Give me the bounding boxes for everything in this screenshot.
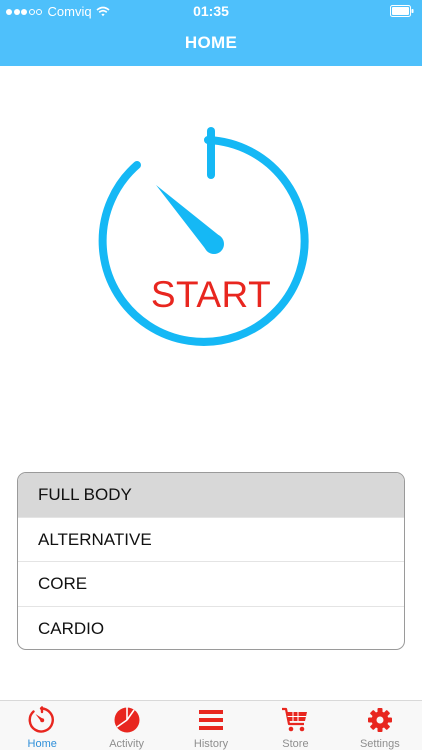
pie-chart-icon bbox=[114, 707, 140, 733]
tab-settings[interactable]: Settings bbox=[338, 701, 422, 750]
tab-home[interactable]: Home bbox=[0, 701, 84, 750]
tab-label: Home bbox=[27, 738, 57, 750]
stopwatch-icon[interactable] bbox=[96, 126, 326, 356]
status-time: 01:35 bbox=[193, 3, 229, 19]
status-bar: Comviq 01:35 bbox=[0, 0, 422, 22]
workout-item-alternative[interactable]: ALTERNATIVE bbox=[18, 518, 404, 562]
tab-history[interactable]: History bbox=[169, 701, 253, 750]
tab-label: Activity bbox=[109, 738, 145, 750]
workout-item-full-body[interactable]: FULL BODY bbox=[18, 473, 404, 518]
app-header: Comviq 01:35 HOME bbox=[0, 0, 422, 66]
start-button[interactable]: START bbox=[96, 274, 326, 316]
tab-bar: Home Activity History Store Settings bbox=[0, 700, 422, 750]
page-title: HOME bbox=[184, 33, 238, 52]
tab-label: History bbox=[193, 738, 229, 750]
workout-list: FULL BODY ALTERNATIVE CORE CARDIO bbox=[17, 472, 405, 650]
tab-store[interactable]: Store bbox=[253, 701, 337, 750]
gear-icon bbox=[367, 708, 392, 732]
workout-item-cardio[interactable]: CARDIO bbox=[18, 607, 404, 650]
tab-activity[interactable]: Activity bbox=[84, 701, 168, 750]
workout-item-core[interactable]: CORE bbox=[18, 562, 404, 607]
battery-icon bbox=[390, 5, 414, 17]
list-icon bbox=[199, 710, 224, 730]
tab-label: Store bbox=[282, 738, 309, 750]
stopwatch-icon bbox=[28, 706, 55, 733]
tab-label: Settings bbox=[359, 738, 400, 750]
cart-icon bbox=[282, 707, 308, 732]
